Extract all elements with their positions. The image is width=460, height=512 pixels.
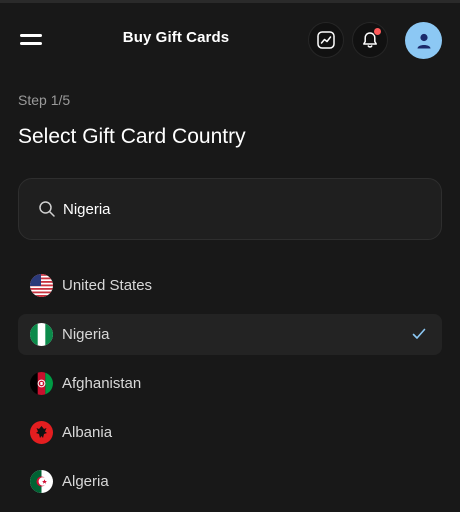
us-flag-icon [30,274,53,297]
country-name: Nigeria [62,326,110,343]
albania-flag-icon [30,421,53,444]
list-item-united-states[interactable]: United States [18,265,442,306]
app-header: Buy Gift Cards [0,3,460,83]
search-input[interactable] [63,197,423,221]
country-name: United States [62,277,153,294]
list-item-albania[interactable]: Albania [18,412,442,453]
country-name: Albania [62,424,113,441]
check-icon [412,328,426,339]
page-title: Select Gift Card Country [18,125,246,148]
nigeria-flag-icon [30,323,53,346]
country-list: United States Nigeria Afghanistan Albani… [18,265,442,510]
app-screen: Buy Gift Cards Step 1/5 Select Gift Card… [0,0,460,512]
country-name: Afghanistan [62,375,142,392]
trend-chart-button[interactable] [308,22,344,58]
user-avatar[interactable] [405,22,442,59]
search-icon [39,201,55,217]
country-name: Algeria [62,473,109,490]
afghanistan-flag-icon [30,372,53,395]
algeria-flag-icon [30,470,53,493]
user-avatar-icon [417,33,430,48]
list-item-algeria[interactable]: Algeria [18,461,442,502]
notification-dot [373,27,382,36]
hamburger-menu-icon[interactable] [20,32,42,48]
page-header-title: Buy Gift Cards [122,29,230,46]
list-item-afghanistan[interactable]: Afghanistan [18,363,442,404]
notifications-button[interactable] [352,22,388,58]
step-indicator: Step 1/5 [18,92,71,108]
trend-chart-icon [317,31,335,49]
list-item-nigeria[interactable]: Nigeria [18,314,442,355]
search-box[interactable] [18,178,442,240]
